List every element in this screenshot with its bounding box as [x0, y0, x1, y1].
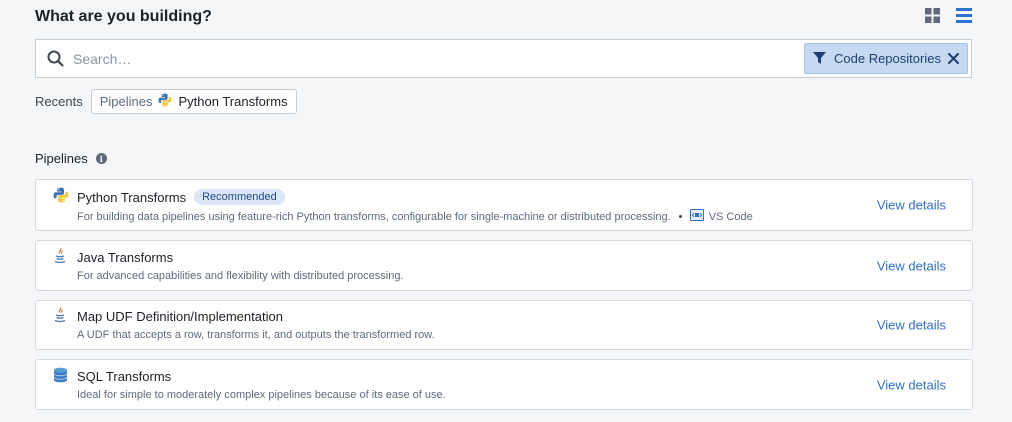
view-details-link[interactable]: View details: [877, 258, 946, 273]
card-title: SQL Transforms: [77, 369, 172, 384]
card-description: For building data pipelines using featur…: [77, 210, 671, 223]
card-title-row: Map UDF Definition/Implementation: [77, 309, 283, 324]
page-title: What are you building?: [35, 8, 212, 25]
python-icon: [158, 93, 172, 110]
recent-chip-category: Pipelines: [99, 94, 153, 109]
vscode-icon: [689, 209, 704, 224]
database-icon: [53, 367, 68, 383]
card-title: Java Transforms: [77, 250, 174, 265]
vscode-label: VS Code: [708, 210, 753, 223]
close-icon[interactable]: [948, 53, 959, 64]
card-description-row: A UDF that accepts a row, transforms it,…: [77, 329, 435, 341]
recent-chip-python-transforms[interactable]: Pipelines Python Transforms: [90, 89, 297, 114]
pipeline-card-map-udf[interactable]: Map UDF Definition/Implementation A UDF …: [35, 300, 973, 350]
recommended-badge: Recommended: [194, 189, 285, 205]
pipeline-card-sql-transforms[interactable]: SQL Transforms Ideal for simple to moder…: [35, 359, 973, 410]
python-icon: [53, 187, 69, 203]
search-bar: Code Repositories: [35, 39, 972, 78]
card-title: Map UDF Definition/Implementation: [77, 309, 283, 324]
pipeline-card-python-transforms[interactable]: Python Transforms Recommended For buildi…: [35, 179, 973, 231]
recent-chip-item: Python Transforms: [178, 94, 288, 109]
card-description-row: For advanced capabilities and flexibilit…: [77, 270, 404, 282]
view-details-link[interactable]: View details: [877, 377, 946, 392]
card-description-row: For building data pipelines using featur…: [77, 209, 753, 224]
search-icon: [47, 50, 64, 67]
funnel-icon: [813, 52, 826, 65]
list-view-icon[interactable]: [956, 8, 972, 23]
section-title-label: Pipelines: [35, 151, 88, 166]
card-description: For advanced capabilities and flexibilit…: [77, 270, 404, 282]
filter-tag-code-repositories[interactable]: Code Repositories: [804, 43, 968, 74]
recents-row: Recents Pipelines Python Transforms: [35, 89, 297, 114]
card-description-row: Ideal for simple to moderately complex p…: [77, 389, 446, 401]
vscode-tag: VS Code: [689, 209, 753, 224]
java-icon: [53, 307, 67, 323]
view-toggle-group: [925, 8, 972, 23]
card-title-row: SQL Transforms: [77, 369, 171, 384]
view-details-link[interactable]: View details: [877, 198, 946, 213]
pipeline-card-java-transforms[interactable]: Java Transforms For advanced capabilitie…: [35, 240, 973, 291]
grid-view-icon[interactable]: [925, 8, 940, 23]
info-icon[interactable]: i: [95, 153, 107, 164]
card-title-row: Java Transforms: [77, 250, 173, 265]
recents-label: Recents: [35, 94, 83, 109]
card-description: Ideal for simple to moderately complex p…: [77, 389, 446, 401]
card-title-row: Python Transforms Recommended: [77, 189, 285, 205]
filter-tag-label: Code Repositories: [834, 51, 941, 66]
card-title: Python Transforms: [77, 189, 187, 205]
section-title-pipelines: Pipelines i: [35, 151, 107, 166]
view-details-link[interactable]: View details: [877, 318, 946, 333]
java-icon: [53, 248, 67, 264]
separator-dot: [678, 215, 682, 218]
card-description: A UDF that accepts a row, transforms it,…: [77, 329, 435, 341]
